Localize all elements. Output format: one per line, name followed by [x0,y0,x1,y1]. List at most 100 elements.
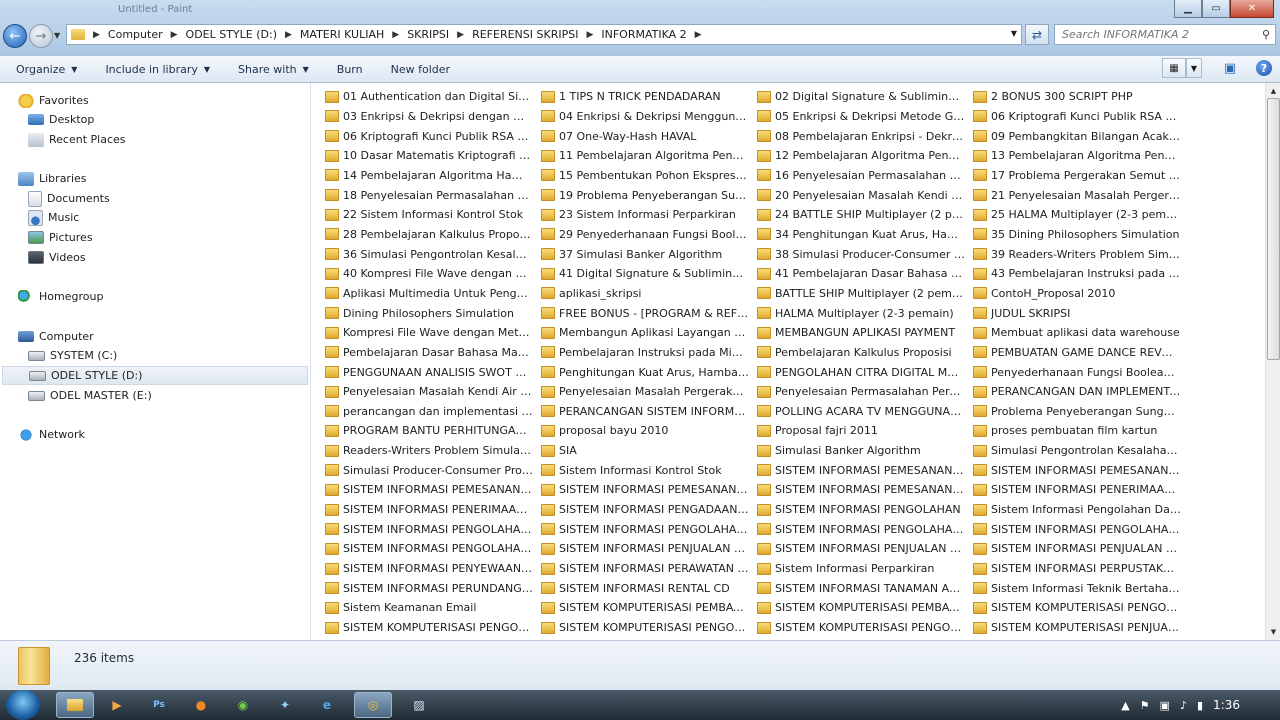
breadcrumb-computer[interactable]: Computer [108,28,163,41]
view-options-dropdown[interactable]: ▼ [1186,58,1202,78]
organize-menu[interactable]: Organize ▼ [16,63,77,76]
folder-item[interactable]: SISTEM INFORMASI PENERIMAAN SISWA [973,480,1189,500]
taskbar-media-player[interactable]: ▶ [98,692,136,718]
folder-item[interactable]: 36 Simulasi Pengontrolan Kesalahan [325,244,541,264]
taskbar-chrome[interactable]: ◎ [354,692,392,718]
folder-item[interactable]: POLLING ACARA TV MENGGUNAKAN [757,402,973,422]
folder-item[interactable]: 17 Problema Pergerakan Semut dalam [973,166,1189,186]
nav-videos[interactable]: Videos [28,248,86,267]
folder-item[interactable]: PEMBUATAN GAME DANCE REVOLUTION [973,343,1189,363]
folder-item[interactable]: Readers-Writers Problem Simulation [325,441,541,461]
folder-item[interactable]: SISTEM KOMPUTERISASI PEMBAYARAN [541,598,757,618]
taskbar-utorrent[interactable]: ◉ [224,692,262,718]
folder-item[interactable]: SISTEM INFORMASI PENYEWAAN ALAT [325,559,541,579]
folder-item[interactable]: Pembelajaran Kalkulus Proposisi [757,343,973,363]
nav-drive-c[interactable]: SYSTEM (C:) [28,346,117,365]
folder-item[interactable]: SISTEM INFORMASI PEMESANAN KENDARAAN [325,480,541,500]
folder-item[interactable]: 37 Simulasi Banker Algorithm [541,244,757,264]
breadcrumb-materi-kuliah[interactable]: MATERI KULIAH [300,28,384,41]
folder-item[interactable]: SISTEM INFORMASI PEMESANAN BARANG [757,460,973,480]
folder-item[interactable]: 35 Dining Philosophers Simulation [973,225,1189,245]
folder-item[interactable]: Simulasi Producer-Consumer Problem [325,460,541,480]
nav-recent-places[interactable]: Recent Places [28,130,126,149]
folder-item[interactable]: SISTEM INFORMASI PENGOLAHAN [757,500,973,520]
folder-item[interactable]: Membangun Aplikasi Layangan Pendaftaran [541,323,757,343]
nav-documents[interactable]: Documents [28,189,110,208]
taskbar-paint[interactable]: ▨ [400,692,438,718]
folder-item[interactable]: 13 Pembelajaran Algoritma Pengurutan [973,146,1189,166]
folder-item[interactable]: Membuat aplikasi data warehouse [973,323,1189,343]
folder-item[interactable]: 11 Pembelajaran Algoritma Pencarian [541,146,757,166]
folder-item[interactable]: PERANCANGAN DAN IMPLEMENTASI [973,382,1189,402]
folder-item[interactable]: Penyelesaian Masalah Pergerakan Lebah [541,382,757,402]
folder-item[interactable]: Penghitungan Kuat Arus, Hambatan [541,362,757,382]
folder-item[interactable]: SISTEM INFORMASI RENTAL CD [541,578,757,598]
search-icon[interactable]: ⚲ [1262,28,1270,41]
breadcrumb-drive[interactable]: ODEL STYLE (D:) [186,28,277,41]
folder-item[interactable]: Sistem Informasi Pengolahan Data Kependu… [973,500,1189,520]
folder-item[interactable]: 38 Simulasi Producer-Consumer Problem [757,244,973,264]
folder-item[interactable]: SISTEM INFORMASI PENGOLAHAN NILAI [973,519,1189,539]
folder-item[interactable]: SISTEM KOMPUTERISASI PENGOLAHAN [541,618,757,638]
folder-item[interactable]: 02 Digital Signature & Subliminal Channe… [757,87,973,107]
nav-homegroup[interactable]: Homegroup [18,287,103,306]
change-view-button[interactable]: ▦ [1162,58,1186,78]
chevron-right-icon[interactable]: ▶ [392,30,399,40]
folder-item[interactable]: SISTEM INFORMASI PERAWATAN UNIT [541,559,757,579]
folder-item[interactable]: SISTEM INFORMASI PENJUALAN BARANG [541,539,757,559]
folder-item[interactable]: Simulasi Banker Algorithm [757,441,973,461]
help-button[interactable]: ? [1256,60,1272,76]
taskbar-explorer[interactable] [56,692,94,718]
folder-item[interactable]: 10 Dasar Matematis Kriptografi (Tes [325,146,541,166]
folder-item[interactable]: SISTEM KOMPUTERISASI PENJUALAN [973,618,1189,638]
preview-pane-button[interactable]: ▣ [1220,58,1240,78]
nav-favorites[interactable]: Favorites [18,91,89,110]
folder-item[interactable]: PENGOLAHAN CITRA DIGITAL MENGGUNAKAN [757,362,973,382]
chevron-down-icon[interactable]: ▼ [1011,29,1017,38]
maximize-button[interactable]: ▭ [1202,0,1230,18]
folder-item[interactable]: 41 Pembelajaran Dasar Bahasa Mandarin [757,264,973,284]
taskbar-ie[interactable]: e [308,692,346,718]
folder-item[interactable]: 40 Kompresi File Wave dengan Metode [325,264,541,284]
taskbar-photoshop[interactable]: Ps [140,692,178,718]
folder-item[interactable]: 22 Sistem Informasi Kontrol Stok [325,205,541,225]
folder-item[interactable]: Sistem Informasi Perparkiran [757,559,973,579]
folder-item[interactable]: Simulasi Pengontrolan Kesalahan dengan [973,441,1189,461]
network-tray-icon[interactable]: ▣ [1160,699,1170,712]
folder-item[interactable]: SISTEM INFORMASI PENGOLAHAN NILAI [541,519,757,539]
refresh-button[interactable]: ⇄ [1025,24,1049,45]
folder-item[interactable]: 06 Kriptografi Kunci Publik RSA dan [973,107,1189,127]
folder-item[interactable]: Kompresi File Wave dengan Metode [325,323,541,343]
folder-item[interactable]: 28 Pembelajaran Kalkulus Proposisi [325,225,541,245]
folder-item[interactable]: 41 Digital Signature & Subliminal Channe… [541,264,757,284]
scroll-up-button[interactable]: ▲ [1267,84,1280,98]
folder-item[interactable]: 21 Penyelesaian Masalah Pergerakan [973,185,1189,205]
folder-item[interactable]: Penyederhanaan Fungsi Boolean dengan [973,362,1189,382]
folder-item[interactable]: Penyelesaian Masalah Kendi Air (Water [325,382,541,402]
folder-item[interactable]: 19 Problema Penyeberangan Sungai [541,185,757,205]
folder-item[interactable]: PENGGUNAAN ANALISIS SWOT DALAM [325,362,541,382]
folder-item[interactable]: SISTEM INFORMASI PEMESANAN PRODUK [541,480,757,500]
volume-icon[interactable]: ♪ [1180,699,1187,712]
folder-item[interactable]: SISTEM INFORMASI PERUNDANGAN [325,578,541,598]
folder-item[interactable]: 03 Enkripsi & Dekripsi dengan Metode [325,107,541,127]
folder-item[interactable]: SISTEM INFORMASI PENGOLAHAN DATA [325,519,541,539]
folder-item[interactable]: 16 Penyelesaian Permasalahan Penyeberang… [757,166,973,186]
folder-item[interactable]: 14 Pembelajaran Algoritma Hamming [325,166,541,186]
breadcrumb-referensi[interactable]: REFERENSI SKRIPSI [472,28,578,41]
folder-item[interactable]: 25 HALMA Multiplayer (2-3 pemain) [973,205,1189,225]
folder-item[interactable]: SISTEM INFORMASI PEMESANAN KAMAR [973,460,1189,480]
folder-item[interactable]: 15 Pembentukan Pohon Ekspresi dari [541,166,757,186]
folder-item[interactable]: SISTEM INFORMASI PENGOLAHAN DATA [757,519,973,539]
nav-libraries[interactable]: Libraries [18,169,87,188]
folder-item[interactable]: HALMA Multiplayer (2-3 pemain) [757,303,973,323]
chevron-right-icon[interactable]: ▶ [171,30,178,40]
folder-item[interactable]: 07 One-Way-Hash HAVAL [541,126,757,146]
folder-item[interactable]: SIA [541,441,757,461]
address-bar[interactable]: ▶ Computer ▶ ODEL STYLE (D:) ▶ MATERI KU… [66,24,1022,45]
folder-item[interactable]: PROGRAM BANTU PERHITUNGAN KREDIT [325,421,541,441]
chevron-right-icon[interactable]: ▶ [586,30,593,40]
folder-item[interactable]: JUDUL SKRIPSI [973,303,1189,323]
nav-drive-d[interactable]: ODEL STYLE (D:) [2,366,308,385]
chevron-right-icon[interactable]: ▶ [457,30,464,40]
